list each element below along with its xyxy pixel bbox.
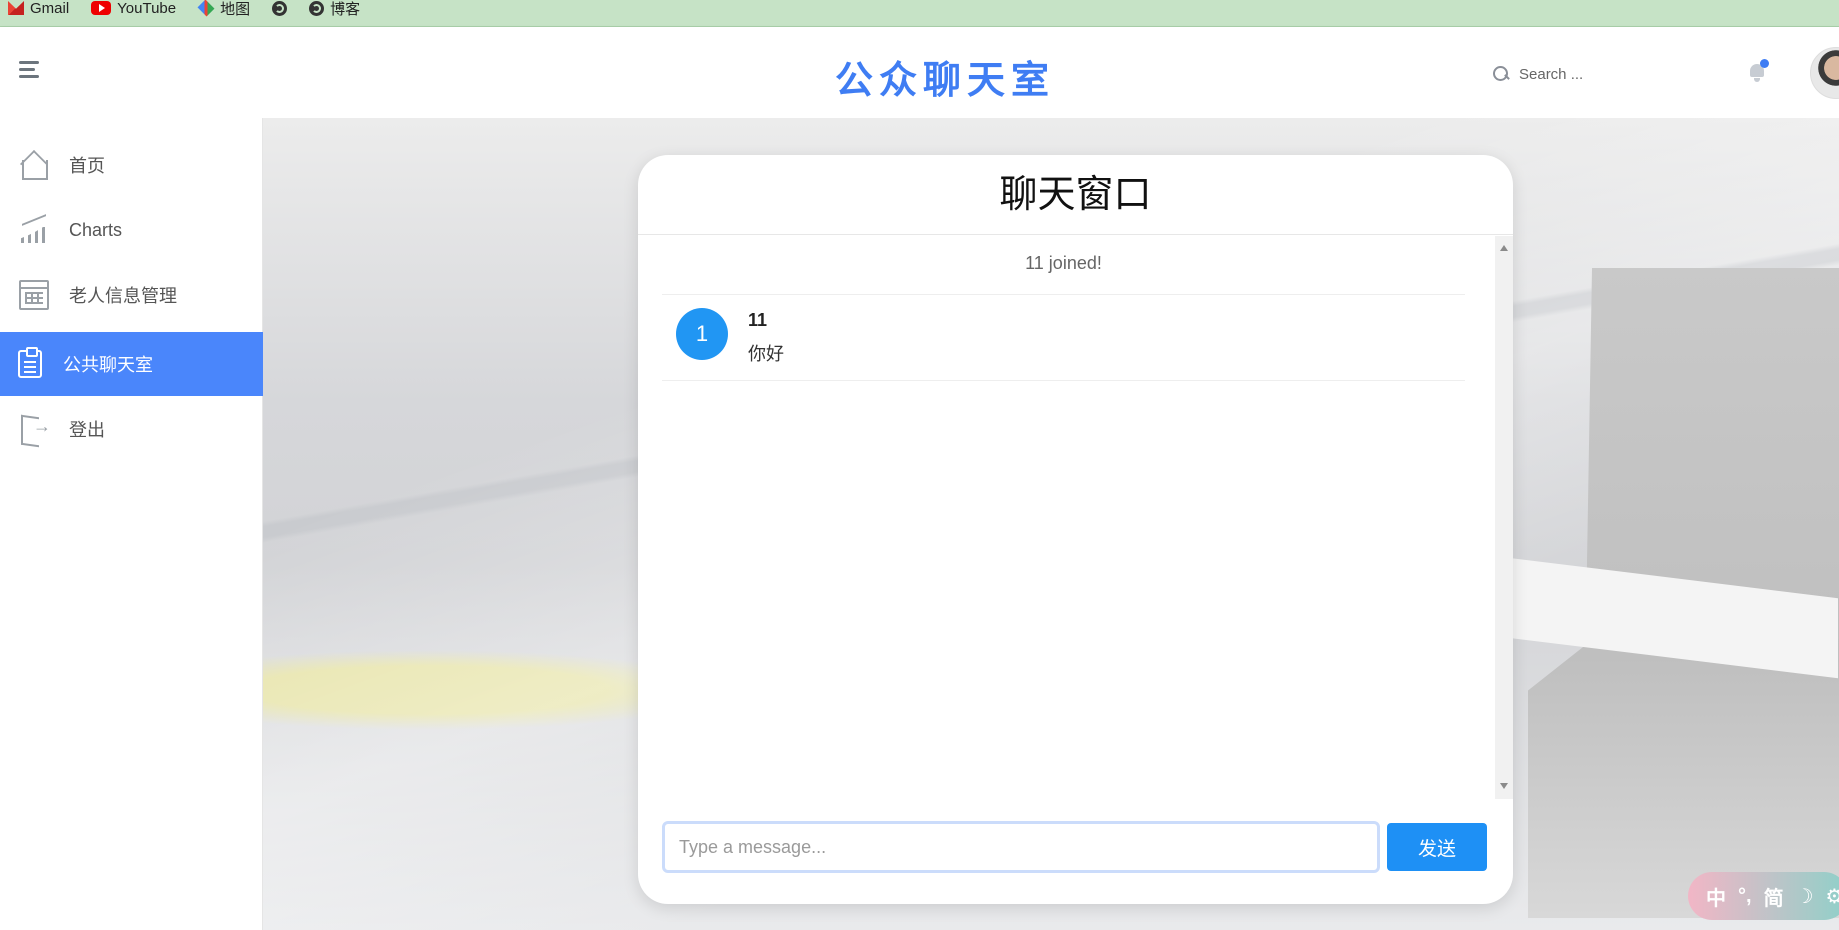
search-icon — [1493, 66, 1509, 82]
gear-icon[interactable]: ⚙ — [1826, 884, 1839, 909]
ime-toolbar[interactable]: 中 °, 简 ☽ ⚙ — [1688, 872, 1839, 920]
scroll-down-icon[interactable] — [1500, 783, 1508, 789]
bookmark-label: YouTube — [117, 0, 177, 17]
bookmark-label: Gmail — [30, 0, 70, 17]
message-input[interactable] — [662, 821, 1380, 873]
chat-window: 聊天窗口 11 joined! 1 11 你好 发送 — [638, 155, 1513, 904]
sidebar-item-elderly-info[interactable]: 老人信息管理 — [0, 263, 263, 327]
maps-icon — [197, 0, 215, 17]
notification-dot — [1760, 59, 1769, 68]
bookmark-label: 地图 — [220, 0, 251, 18]
search-input[interactable] — [1519, 65, 1629, 83]
system-message: 11 joined! — [662, 236, 1465, 295]
sidebar: 首页 Charts 老人信息管理 公共聊天室 登出 — [0, 118, 263, 930]
message-username: 11 — [748, 310, 768, 330]
logout-icon — [19, 414, 51, 444]
gmail-icon — [8, 1, 24, 15]
ime-mode[interactable]: 中 — [1706, 882, 1726, 911]
bookmark-blog[interactable]: 博客 — [309, 0, 360, 19]
bookmarks-bar: Gmail YouTube 地图 博客 — [0, 0, 1839, 27]
message-composer: 发送 — [662, 821, 1488, 873]
bookmark-maps[interactable]: 地图 — [197, 0, 251, 19]
sidebar-item-label: 公共聊天室 — [63, 355, 153, 375]
table-icon — [19, 280, 49, 310]
bookmark-label: 博客 — [330, 0, 361, 18]
list-item: 1 11 你好 — [662, 295, 1465, 381]
clipboard-icon — [18, 347, 42, 378]
globe-icon — [272, 0, 288, 16]
sidebar-item-chatroom[interactable]: 公共聊天室 — [0, 332, 263, 396]
scroll-up-icon[interactable] — [1500, 245, 1508, 251]
ime-punctuation-icon[interactable]: °, — [1738, 885, 1752, 908]
bell-icon[interactable] — [1748, 59, 1769, 83]
sidebar-item-logout[interactable]: 登出 — [0, 397, 263, 461]
bookmark-youtube[interactable]: YouTube — [91, 0, 176, 17]
globe-icon — [309, 0, 325, 16]
message-text: 你好 — [748, 344, 784, 364]
chart-icon — [19, 215, 49, 245]
bookmark-globe[interactable] — [272, 0, 288, 16]
bookmark-gmail[interactable]: Gmail — [8, 0, 69, 17]
message-avatar: 1 — [676, 308, 728, 360]
chat-title: 聊天窗口 — [638, 155, 1513, 235]
scrollbar[interactable] — [1495, 236, 1513, 799]
sidebar-item-label: Charts — [69, 219, 123, 240]
sidebar-item-home[interactable]: 首页 — [0, 133, 263, 197]
youtube-icon — [91, 1, 112, 15]
sidebar-item-label: 老人信息管理 — [69, 286, 177, 306]
home-icon — [19, 150, 49, 180]
sidebar-item-charts[interactable]: Charts — [0, 198, 263, 262]
sidebar-item-label: 登出 — [69, 420, 105, 440]
ime-script[interactable]: 简 — [1764, 882, 1784, 911]
message-list: 11 joined! 1 11 你好 — [638, 236, 1513, 799]
top-header: 公众聊天室 — [0, 27, 1839, 118]
moon-icon[interactable]: ☽ — [1796, 884, 1814, 909]
search-box[interactable] — [1493, 59, 1633, 89]
sidebar-item-label: 首页 — [69, 156, 105, 176]
send-button[interactable]: 发送 — [1387, 823, 1487, 871]
